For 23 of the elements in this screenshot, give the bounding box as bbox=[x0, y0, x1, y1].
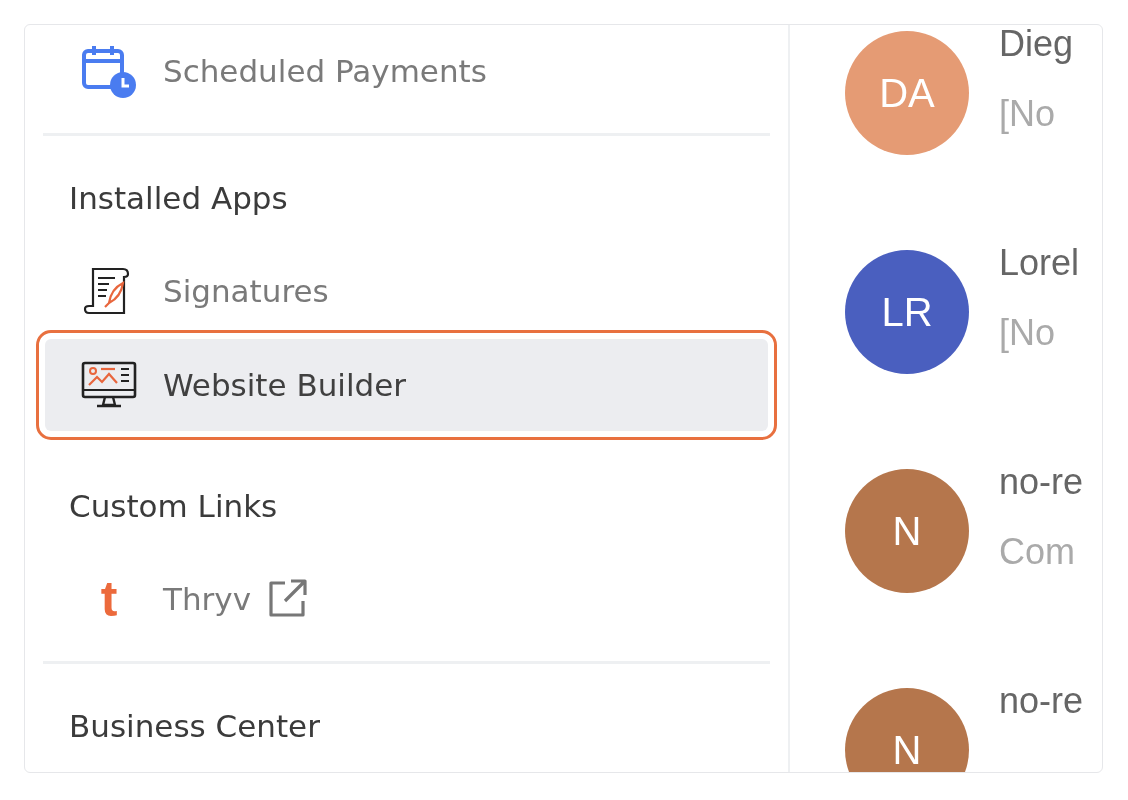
item-label: Scheduled Payments bbox=[163, 53, 487, 89]
avatar: N bbox=[845, 469, 969, 593]
avatar: LR bbox=[845, 250, 969, 374]
sidebar-item[interactable]: Signatures bbox=[45, 245, 768, 337]
item-label: Signatures bbox=[163, 273, 329, 309]
contact-name: no-re bbox=[999, 461, 1084, 503]
sidebar-item[interactable]: t Thryv bbox=[45, 553, 768, 645]
item-label: Website Builder bbox=[163, 367, 407, 403]
message-preview: [No bbox=[999, 312, 1057, 354]
logo-icon: t bbox=[89, 571, 129, 627]
section-heading: Installed Apps bbox=[68, 179, 289, 218]
sidebar-item[interactable]: Scheduled Payments bbox=[45, 25, 768, 117]
section-heading: Custom Links bbox=[68, 487, 279, 526]
section-heading: Business Center bbox=[68, 707, 321, 746]
item-label: Thryv bbox=[163, 581, 252, 617]
message-preview: [No bbox=[999, 93, 1057, 135]
contact-name: Lorel bbox=[999, 242, 1080, 284]
avatar: N bbox=[845, 688, 969, 772]
contact-name: no-re bbox=[999, 680, 1084, 722]
calendar-clock-icon bbox=[81, 43, 137, 99]
avatar: DA bbox=[845, 31, 969, 155]
contact-name: Dieg bbox=[999, 25, 1074, 65]
message-preview: Com bbox=[999, 531, 1076, 573]
